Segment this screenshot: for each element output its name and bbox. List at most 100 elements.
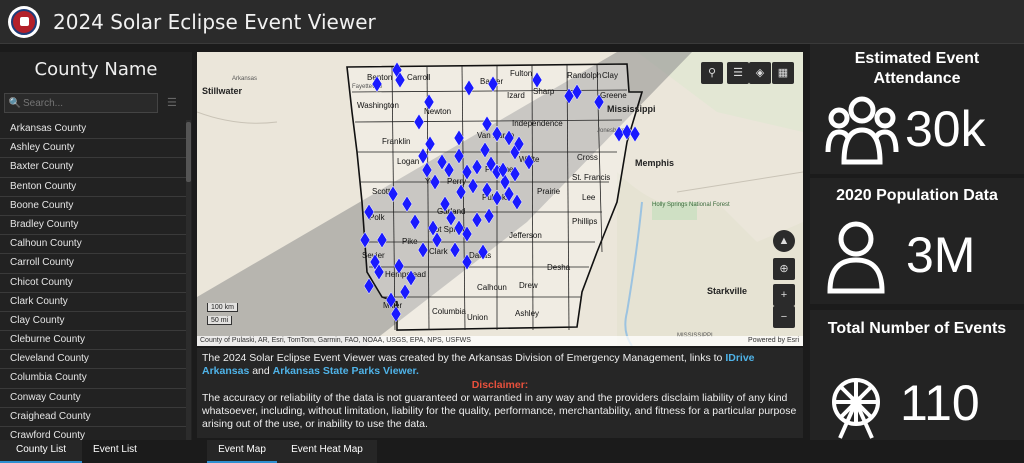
map-attribution: County of Pulaski, AR, Esri, TomTom, Gar… [197,336,803,346]
county-list-item[interactable]: Ashley County [0,139,186,159]
county-panel: County Name 🔍 ☰ Arkansas CountyAshley Co… [0,52,192,440]
description-and: and [252,365,270,377]
zoom-out-icon[interactable]: − [773,306,795,328]
kpi-events-title: Total Number of Events [827,320,1007,337]
tab-event-list[interactable]: Event List [82,440,148,463]
person-icon [827,221,885,294]
kpi-events-value: 110 [900,375,980,431]
kpi-population: 2020 Population Data 3M [810,178,1024,304]
county-list-item[interactable]: Bradley County [0,216,186,236]
tab-event-heat-map[interactable]: Event Heat Map [277,440,377,463]
county-label: Union [467,313,488,322]
layers-icon[interactable]: ◈ [749,62,771,84]
county-label: Franklin [382,137,410,146]
attribution-text: County of Pulaski, AR, Esri, TomTom, Gar… [200,337,471,344]
city-label: Mississippi [607,104,656,114]
search-icon: 🔍 [8,97,22,109]
county-list-item[interactable]: Conway County [0,389,186,408]
group-people-icon [825,96,899,165]
county-list-item[interactable]: Baxter County [0,158,186,178]
county-label: Izard [507,91,525,100]
disclaimer-title: Disclaimer: [471,379,529,391]
basemap-gallery-icon[interactable]: ▦ [772,62,794,84]
state-parks-viewer-link[interactable]: Arkansas State Parks Viewer. [273,365,419,377]
county-label: Phillips [572,217,597,226]
county-label: Greene [600,91,627,100]
county-list-item[interactable]: Cleburne County [0,331,186,351]
locate-icon[interactable]: ⊕ [773,258,795,280]
legend-icon[interactable]: ☰ [727,62,749,84]
county-label: Desha [547,263,571,272]
county-list-item[interactable]: Columbia County [0,369,186,389]
county-label: Carroll [407,73,431,82]
county-label: Fulton [510,69,532,78]
bottom-tabs: County List Event List Event Map Event H… [0,440,1024,463]
county-list-item[interactable]: Boone County [0,197,186,216]
county-panel-title: County Name [34,59,158,80]
county-label: Hempstead [385,270,426,279]
county-list-item[interactable]: Clay County [0,312,186,332]
county-label: Pike [402,237,418,246]
county-label: Lee [582,193,596,202]
place-label: Holly Springs National Forest [652,202,730,208]
county-label: Ashley [515,309,539,318]
scale-km: 100 km [207,303,238,312]
kpi-population-title: 2020 Population Data [836,187,998,204]
county-search-input[interactable] [23,97,143,109]
compass-icon[interactable]: ▲ [773,230,795,252]
county-search[interactable]: 🔍 [4,93,158,113]
map-canvas[interactable]: BentonCarrollBaxterFultonRandolphClayWas… [197,52,803,346]
county-label: Clay [602,71,618,80]
county-list-item[interactable]: Chicot County [0,274,186,293]
scale-mi: 50 mi [207,316,233,325]
county-list-item[interactable]: Clark County [0,293,186,312]
county-label: Jefferson [509,231,542,240]
ferris-wheel-icon [832,378,880,439]
county-label: Prairie [537,187,561,196]
filter-icon[interactable]: ☰ [167,96,181,109]
county-label: St. Francis [572,173,610,182]
county-list-item[interactable]: Craighead County [0,408,186,427]
powered-by-esri[interactable]: Powered by Esri [748,336,799,346]
app-header: 2024 Solar Eclipse Event Viewer [0,0,1024,44]
kpi-attendance-value: 30k [905,101,986,157]
county-label: Columbia [432,307,466,316]
city-label: Stillwater [202,86,243,96]
county-label: Perry [447,177,466,186]
kpi-attendance: Estimated Event Attendance 30k [810,44,1024,174]
county-label: Logan [397,157,419,166]
zoom-in-icon[interactable]: + [773,284,795,306]
description-panel: The 2024 Solar Eclipse Event Viewer was … [197,348,803,438]
county-list-item[interactable]: Calhoun County [0,235,186,255]
app-title: 2024 Solar Eclipse Event Viewer [53,9,376,34]
county-label: Calhoun [477,283,507,292]
county-label: Cross [577,153,598,162]
county-list-scrollbar[interactable] [186,120,191,440]
county-label: Randolph [567,71,601,80]
place-label: Arkansas [232,76,257,82]
county-list-item[interactable]: Arkansas County [0,120,186,140]
kpi-attendance-title: Estimated Event Attendance [854,50,980,87]
tab-county-list[interactable]: County List [0,440,82,463]
county-label: Washington [357,101,399,110]
county-list-item[interactable]: Crawford County [0,427,186,440]
county-label: Independence [512,119,563,128]
county-list-item[interactable]: Carroll County [0,254,186,274]
tab-event-map[interactable]: Event Map [207,440,277,463]
county-list-item[interactable]: Cleveland County [0,350,186,370]
kpi-population-value: 3M [906,227,976,283]
city-label: Starkville [707,286,747,296]
description-text: The 2024 Solar Eclipse Event Viewer was … [202,352,798,378]
description-body: The 2024 Solar Eclipse Event Viewer was … [202,352,723,364]
county-list: Arkansas County Ashley County Baxter Count… [0,120,186,440]
disclaimer-text: The accuracy or reliability of the data … [202,392,797,430]
city-label: Memphis [635,158,674,168]
county-label: Clark [429,247,449,256]
arkansas-seal-icon [8,5,40,38]
scrollbar-thumb[interactable] [186,122,191,182]
map-search-icon[interactable]: ⚲ [701,62,723,84]
event-map[interactable]: BentonCarrollBaxterFultonRandolphClayWas… [197,52,803,346]
county-list-item[interactable]: Benton County [0,178,186,197]
county-label: Drew [519,281,538,290]
county-label: Sharp [533,87,555,96]
